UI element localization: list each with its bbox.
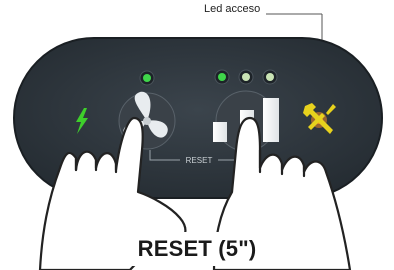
bar-led-3 <box>262 69 278 85</box>
reset-label: RESET <box>186 156 213 165</box>
bar-led-2 <box>238 69 254 85</box>
reset-caption: RESET (5") <box>137 236 257 261</box>
bar-led-1 <box>214 69 230 85</box>
fan-led <box>139 70 155 86</box>
control-panel-diagram: RESET <box>13 13 383 270</box>
